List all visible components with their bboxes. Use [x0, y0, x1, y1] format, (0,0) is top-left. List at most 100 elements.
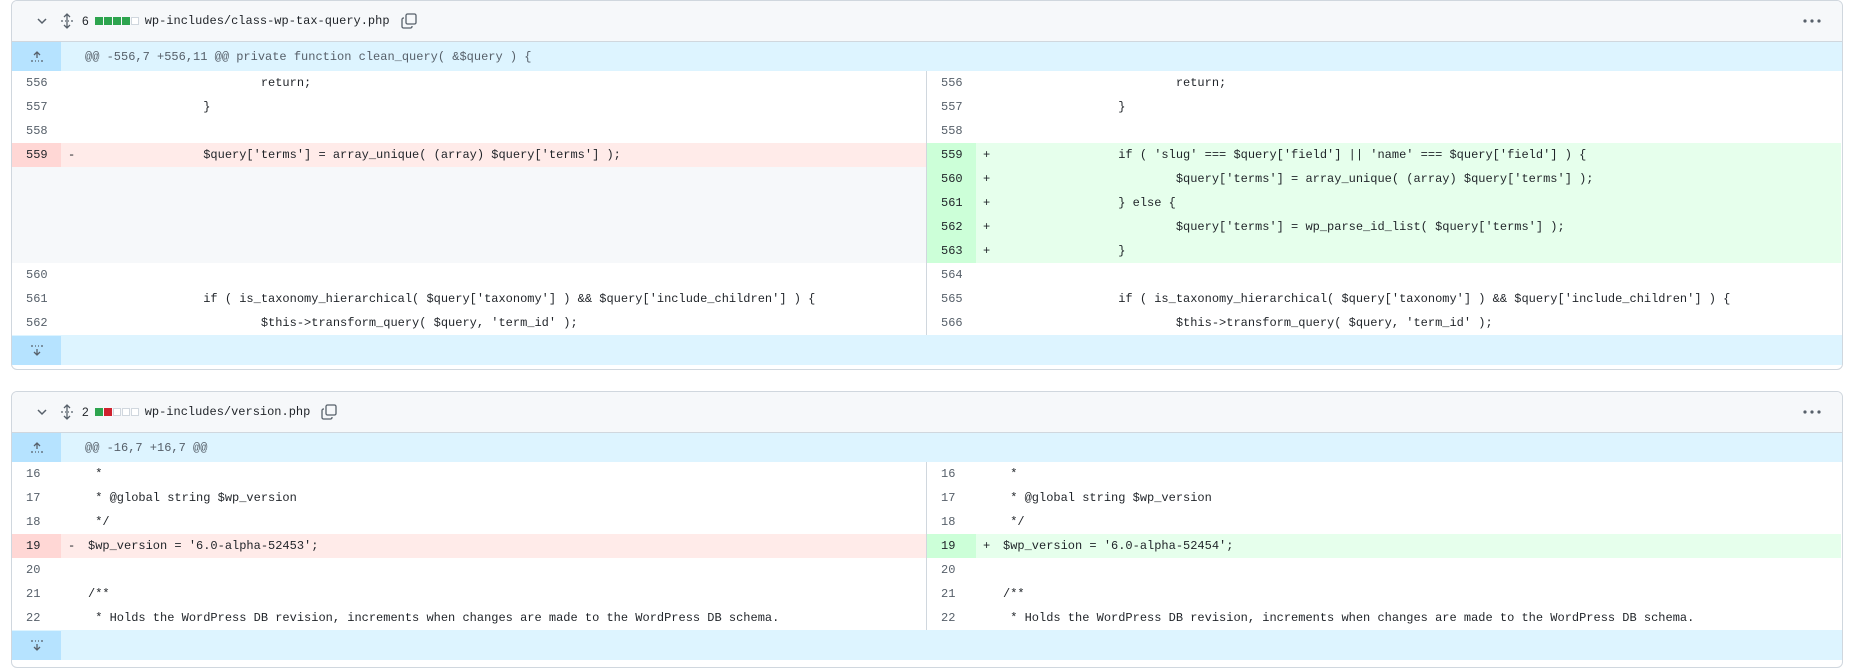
diff-row: 16 * 16 *	[12, 462, 1842, 486]
diff-row: 563 + }	[12, 239, 1842, 263]
right-line: 564	[927, 263, 1841, 287]
kebab-horizontal-icon[interactable]	[1802, 404, 1822, 420]
diff-row: 21 /** 21 /**	[12, 582, 1842, 606]
line-number[interactable]: 557	[12, 95, 61, 119]
fold-down-icon[interactable]	[12, 335, 61, 365]
diff-row: 20 20	[12, 558, 1842, 582]
line-number[interactable]: 21	[927, 582, 976, 606]
code-line: }	[61, 95, 926, 119]
copy-icon[interactable]	[400, 12, 418, 30]
diff-row: 557 } 557 }	[12, 95, 1842, 119]
code-line: * @global string $wp_version	[61, 486, 926, 510]
marker-spacer	[61, 95, 88, 119]
line-number[interactable]: 559	[927, 143, 976, 167]
line-number[interactable]: 17	[927, 486, 976, 510]
code-line	[976, 263, 1841, 287]
unfold-icon[interactable]	[58, 403, 76, 421]
line-number[interactable]: 556	[927, 71, 976, 95]
file-header: 6 wp-includes/class-wp-tax-query.php	[12, 1, 1842, 42]
right-line: 16 *	[927, 462, 1841, 486]
hunk-header: @@ -556,7 +556,11 @@ private function cl…	[12, 42, 1842, 71]
deletion-marker: -	[68, 539, 76, 553]
change-count: 2	[82, 405, 89, 419]
kebab-horizontal-icon[interactable]	[1802, 13, 1822, 29]
line-number[interactable]: 17	[12, 486, 61, 510]
marker-spacer	[976, 95, 1003, 119]
code-line: + }	[976, 239, 1841, 263]
line-number[interactable]	[12, 215, 61, 239]
line-number[interactable]: 20	[927, 558, 976, 582]
line-number[interactable]: 20	[12, 558, 61, 582]
fold-down-icon[interactable]	[12, 630, 61, 660]
line-number[interactable]: 557	[927, 95, 976, 119]
marker-spacer	[61, 462, 88, 486]
line-number[interactable]: 18	[927, 510, 976, 534]
line-number[interactable]: 563	[927, 239, 976, 263]
diff-table: 16 * 16 * 17 * @global string $wp_version 1…	[12, 462, 1842, 630]
fold-up-icon[interactable]	[12, 42, 61, 71]
line-number[interactable]: 565	[927, 287, 976, 311]
code-text: if ( is_taxonomy_hierarchical( $query['t…	[1003, 292, 1731, 306]
marker-spacer	[61, 606, 88, 630]
code-text: * @global string $wp_version	[88, 491, 297, 505]
line-number[interactable]: 16	[927, 462, 976, 486]
diffstat-del	[103, 408, 112, 416]
code-text: /**	[1003, 587, 1025, 601]
line-number[interactable]: 561	[927, 191, 976, 215]
chevron-down-icon[interactable]	[34, 404, 50, 420]
code-text: }	[1003, 244, 1126, 258]
line-number[interactable]: 558	[927, 119, 976, 143]
left-line: 561 if ( is_taxonomy_hierarchical( $quer…	[12, 287, 927, 311]
line-number[interactable]: 564	[927, 263, 976, 287]
line-number[interactable]: 19	[927, 534, 976, 558]
line-number[interactable]: 566	[927, 311, 976, 335]
marker-spacer	[61, 486, 88, 510]
code-line: + } else {	[976, 191, 1841, 215]
unfold-icon[interactable]	[58, 12, 76, 30]
diff-row: 17 * @global string $wp_version 17 * @glo…	[12, 486, 1842, 510]
line-number[interactable]: 21	[12, 582, 61, 606]
code-line: $this->transform_query( $query, 'term_id…	[976, 311, 1841, 335]
diff-row: 560 564	[12, 263, 1842, 287]
marker-spacer	[61, 510, 88, 534]
line-number[interactable]: 22	[927, 606, 976, 630]
diffstat-neutral	[130, 17, 139, 25]
copy-icon[interactable]	[320, 403, 338, 421]
line-number[interactable]: 556	[12, 71, 61, 95]
code-line	[61, 191, 926, 215]
line-number[interactable]: 18	[12, 510, 61, 534]
file-name[interactable]: wp-includes/version.php	[145, 405, 311, 419]
diff-row: 22 * Holds the WordPress DB revision, in…	[12, 606, 1842, 630]
marker-spacer	[61, 71, 88, 95]
line-number[interactable]: 562	[12, 311, 61, 335]
line-number[interactable]: 16	[12, 462, 61, 486]
line-number[interactable]: 562	[927, 215, 976, 239]
line-number[interactable]: 19	[12, 534, 61, 558]
code-line: * Holds the WordPress DB revision, incre…	[61, 606, 926, 630]
code-text: *	[1003, 467, 1018, 481]
line-number[interactable]: 560	[12, 263, 61, 287]
line-number[interactable]: 22	[12, 606, 61, 630]
addition-marker: +	[983, 148, 991, 162]
code-line	[61, 558, 926, 582]
code-line: if ( is_taxonomy_hierarchical( $query['t…	[61, 287, 926, 311]
marker-spacer	[61, 311, 88, 335]
file-name[interactable]: wp-includes/class-wp-tax-query.php	[145, 14, 390, 28]
code-line: if ( is_taxonomy_hierarchical( $query['t…	[976, 287, 1841, 311]
marker-spacer	[61, 287, 88, 311]
line-number[interactable]	[12, 191, 61, 215]
marker-spacer	[976, 606, 1003, 630]
line-number[interactable]: 559	[12, 143, 61, 167]
fold-up-icon[interactable]	[12, 433, 61, 462]
line-number[interactable]: 558	[12, 119, 61, 143]
marker-spacer	[61, 239, 88, 263]
line-number[interactable]	[12, 239, 61, 263]
code-text: } else {	[1003, 196, 1176, 210]
chevron-down-icon[interactable]	[34, 13, 50, 29]
code-line	[61, 263, 926, 287]
marker-spacer	[976, 486, 1003, 510]
line-number[interactable]	[12, 167, 61, 191]
line-number[interactable]: 561	[12, 287, 61, 311]
diffstat-add	[94, 408, 103, 416]
line-number[interactable]: 560	[927, 167, 976, 191]
